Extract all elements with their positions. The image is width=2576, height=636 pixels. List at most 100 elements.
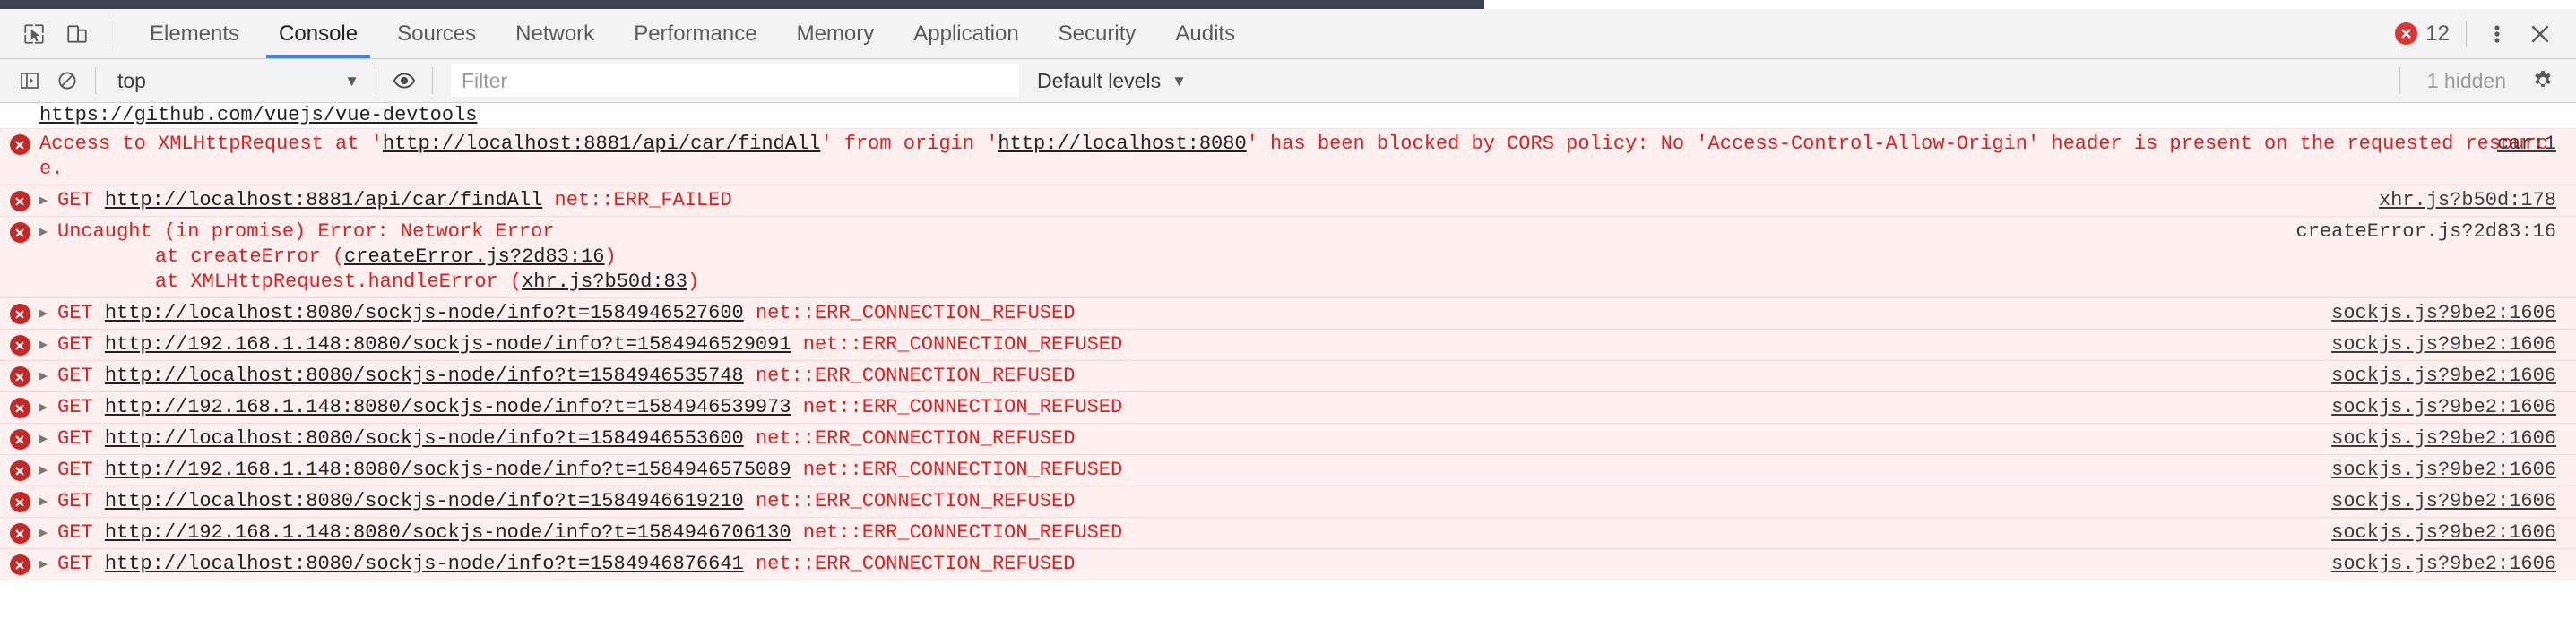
error-circle-icon [0, 301, 39, 324]
tab-performance[interactable]: Performance [614, 9, 776, 58]
error-glyph [9, 366, 30, 387]
tab-sources[interactable]: Sources [377, 9, 496, 58]
http-method: GET [57, 427, 93, 450]
request-url-link[interactable]: http://192.168.1.148:8080/sockjs-node/in… [105, 333, 791, 356]
request-url-link[interactable]: http://localhost:8080/sockjs-node/info?t… [105, 302, 744, 324]
log-levels-select[interactable]: Default levels ▼ [1037, 69, 1187, 93]
window-titlebar-fill [0, 0, 1484, 9]
tabbar-right-divider [2466, 20, 2467, 47]
expand-arrow-icon[interactable]: ▶ [39, 364, 57, 383]
request-url-link[interactable]: http://192.168.1.148:8080/sockjs-node/in… [105, 396, 791, 418]
request-url-link[interactable]: http://localhost:8080/sockjs-node/info?t… [105, 427, 744, 450]
http-method: GET [57, 553, 93, 575]
console-message-uncaught[interactable]: ▶ Uncaught (in promise) Error: Network E… [0, 217, 2576, 298]
console-message-text: GET http://192.168.1.148:8080/sockjs-nod… [57, 520, 2576, 546]
tab-security[interactable]: Security [1039, 9, 1156, 58]
error-glyph [9, 134, 30, 155]
stack-frame-link[interactable]: xhr.js?b50d:83 [522, 271, 687, 293]
cursor-inspect-icon[interactable] [13, 13, 56, 56]
console-message-network[interactable]: ▶ GET http://localhost:8080/sockjs-node/… [0, 549, 2576, 580]
source-link[interactable]: xhr.js?b50d:178 [2379, 188, 2556, 213]
tab-memory[interactable]: Memory [777, 9, 895, 58]
error-glyph [9, 492, 30, 512]
request-url-link[interactable]: http://192.168.1.148:8080/sockjs-node/in… [105, 459, 791, 481]
devtools-tabbar: Elements Console Sources Network Perform… [0, 9, 2576, 59]
expand-arrow-icon[interactable]: ▶ [39, 301, 57, 321]
console-message-network[interactable]: ▶ GET http://192.168.1.148:8080/sockjs-n… [0, 330, 2576, 361]
stack-frame-link[interactable]: createError.js?2d83:16 [344, 245, 604, 268]
source-link[interactable]: sockjs.js?9be2:1606 [2331, 489, 2556, 514]
execution-context-select[interactable]: top ▼ [105, 65, 367, 96]
tab-elements[interactable]: Elements [130, 9, 259, 58]
tabbar-right-tools: 12 [2388, 9, 2576, 58]
console-message-network[interactable]: ▶ GET http://localhost:8080/sockjs-node/… [0, 298, 2576, 330]
source-link[interactable]: sockjs.js?9be2:1606 [2331, 426, 2556, 451]
log-levels-label: Default levels [1037, 68, 1162, 92]
source-link[interactable]: sockjs.js?9be2:1606 [2331, 458, 2556, 483]
filter-input[interactable] [451, 64, 1019, 97]
expand-arrow-icon[interactable]: ▶ [39, 489, 57, 509]
console-message-network[interactable]: ▶ GET http://localhost:8881/api/car/find… [0, 185, 2576, 217]
expand-arrow-icon[interactable]: ▶ [39, 332, 57, 352]
error-glyph [9, 460, 30, 481]
cors-request-url-link[interactable]: http://localhost:8881/api/car/findAll [383, 133, 820, 155]
source-link[interactable]: sockjs.js?9be2:1606 [2331, 552, 2556, 577]
source-link[interactable]: sockjs.js?9be2:1606 [2331, 364, 2556, 389]
console-message-network[interactable]: ▶ GET http://localhost:8080/sockjs-node/… [0, 424, 2576, 455]
request-url-link[interactable]: http://localhost:8881/api/car/findAll [105, 189, 542, 211]
device-toolbar-icon[interactable] [56, 13, 99, 56]
expand-arrow-icon[interactable]: ▶ [39, 458, 57, 477]
expand-arrow-icon[interactable]: ▶ [39, 188, 57, 208]
source-link[interactable]: sockjs.js?9be2:1606 [2331, 301, 2556, 326]
console-message-network[interactable]: ▶ GET http://192.168.1.148:8080/sockjs-n… [0, 392, 2576, 424]
source-link[interactable]: sockjs.js?9be2:1606 [2331, 395, 2556, 420]
source-link[interactable]: sockjs.js?9be2:1606 [2331, 520, 2556, 546]
expand-arrow-icon[interactable]: ▶ [39, 395, 57, 415]
http-method: GET [57, 365, 93, 387]
tab-application[interactable]: Application [894, 9, 1038, 58]
tab-audits[interactable]: Audits [1155, 9, 1255, 58]
source-link[interactable]: car:1 [2497, 132, 2556, 157]
kebab-menu-icon[interactable] [2476, 13, 2519, 56]
expand-arrow-icon[interactable]: ▶ [39, 552, 57, 572]
console-message-list: https://github.com/vuejs/vue-devtools Ac… [0, 103, 2576, 580]
console-message-network[interactable]: ▶ GET http://localhost:8080/sockjs-node/… [0, 361, 2576, 392]
source-link[interactable]: createError.js?2d83:16 [2296, 219, 2556, 245]
error-circle-icon [0, 132, 39, 155]
devtools-panel-tabs: Elements Console Sources Network Perform… [130, 9, 1255, 58]
cors-origin-url-link[interactable]: http://localhost:8080 [998, 133, 1246, 155]
expand-arrow-icon[interactable]: ▶ [39, 520, 57, 540]
console-sidebar-icon[interactable] [11, 62, 48, 99]
close-icon[interactable] [2519, 13, 2562, 56]
cors-text-1: Access to XMLHttpRequest at ' [39, 133, 383, 155]
console-message-network[interactable]: ▶ GET http://192.168.1.148:8080/sockjs-n… [0, 455, 2576, 486]
console-message-network[interactable]: ▶ GET http://localhost:8080/sockjs-node/… [0, 486, 2576, 518]
filterbar-divider-4 [2399, 67, 2400, 94]
chevron-down-icon: ▼ [1171, 72, 1187, 90]
net-status: net::ERR_CONNECTION_REFUSED [755, 302, 1076, 324]
gear-icon[interactable] [2524, 62, 2562, 99]
request-url-link[interactable]: http://192.168.1.148:8080/sockjs-node/in… [105, 521, 791, 544]
request-url-link[interactable]: http://localhost:8080/sockjs-node/info?t… [105, 490, 744, 512]
expand-arrow-icon[interactable]: ▶ [39, 426, 57, 446]
expand-arrow-icon[interactable]: ▶ [39, 219, 57, 239]
error-glyph [9, 429, 30, 450]
vue-devtools-link[interactable]: https://github.com/vuejs/vue-devtools [0, 103, 477, 128]
error-count-label: 12 [2425, 21, 2450, 46]
request-url-link[interactable]: http://localhost:8080/sockjs-node/info?t… [105, 365, 744, 387]
console-message-text: GET http://localhost:8080/sockjs-node/in… [57, 301, 2576, 326]
source-link[interactable]: sockjs.js?9be2:1606 [2331, 332, 2556, 357]
tab-network[interactable]: Network [496, 9, 614, 58]
error-count-badge[interactable]: 12 [2388, 21, 2457, 47]
request-url-link[interactable]: http://localhost:8080/sockjs-node/info?t… [105, 553, 744, 575]
tab-console[interactable]: Console [259, 9, 377, 58]
clear-console-icon[interactable] [48, 62, 86, 99]
http-method: GET [57, 189, 93, 211]
console-message-network[interactable]: ▶ GET http://192.168.1.148:8080/sockjs-n… [0, 518, 2576, 549]
error-circle-icon [0, 489, 39, 512]
console-message-text: Access to XMLHttpRequest at 'http://loca… [39, 132, 2576, 182]
live-expression-icon[interactable] [385, 62, 423, 99]
console-message-cors[interactable]: Access to XMLHttpRequest at 'http://loca… [0, 129, 2576, 185]
hidden-messages-count[interactable]: 1 hidden [2415, 69, 2519, 93]
console-message-text: Uncaught (in promise) Error: Network Err… [57, 219, 2576, 295]
